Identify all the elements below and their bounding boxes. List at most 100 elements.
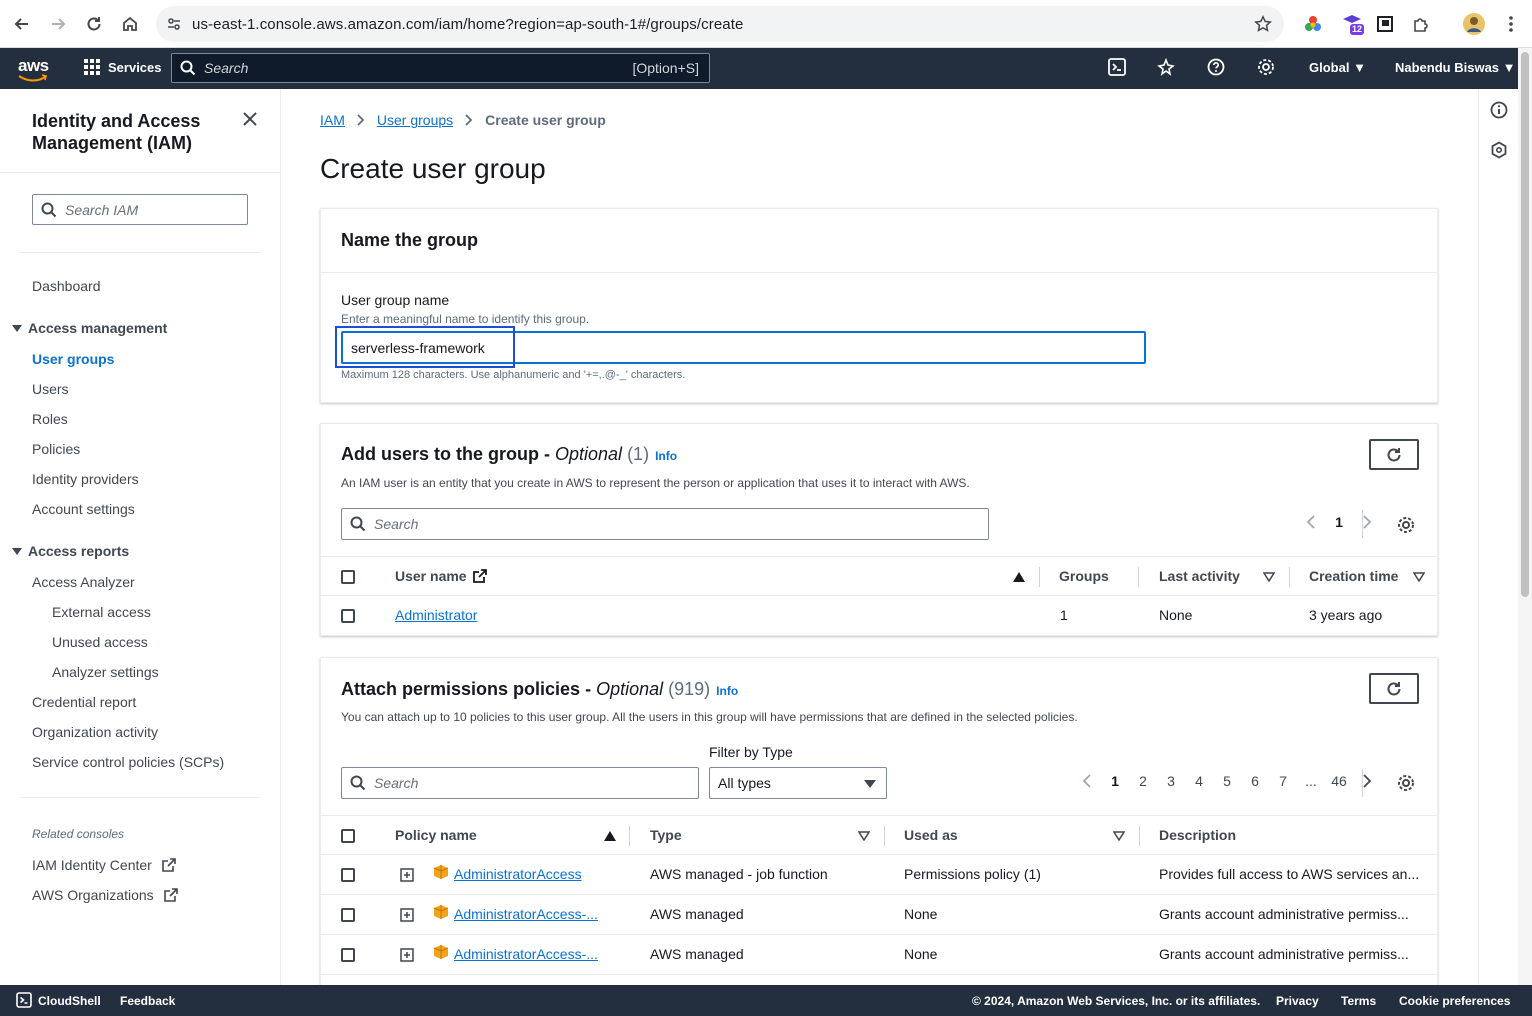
sidebar-item-roles[interactable]: Roles <box>32 411 68 427</box>
sort-icon[interactable] <box>1263 572 1275 582</box>
refresh-button[interactable] <box>1369 673 1419 704</box>
search-iam-input[interactable]: Search IAM <box>32 194 248 225</box>
close-icon[interactable] <box>242 111 258 127</box>
sidebar-item-user-groups[interactable]: User groups <box>32 351 114 367</box>
page-number[interactable]: 6 <box>1241 773 1269 789</box>
sidebar-item-dashboard[interactable]: Dashboard <box>32 278 101 294</box>
sidebar-item-identity-providers[interactable]: Identity providers <box>32 471 139 487</box>
sidebar-item-external-access[interactable]: External access <box>52 604 151 620</box>
policy-name-link[interactable]: AdministratorAccess <box>454 866 582 882</box>
bookmark-star-icon[interactable] <box>1254 15 1272 33</box>
feedback-link[interactable]: Feedback <box>120 994 175 1008</box>
sidebar-item-unused-access[interactable]: Unused access <box>52 634 148 650</box>
policy-name-link[interactable]: AdministratorAccess-... <box>454 906 598 922</box>
section-access-reports[interactable]: Access reports <box>12 543 129 559</box>
browser-menu-icon[interactable] <box>1497 10 1525 38</box>
table-row[interactable]: AdministratorAccess-... AWS managed None… <box>321 935 1437 975</box>
aws-logo[interactable]: aws <box>18 56 49 82</box>
reader-extension-icon[interactable] <box>1371 10 1399 38</box>
policy-name-link[interactable]: AdministratorAccess-... <box>454 946 598 962</box>
policies-search-input[interactable]: Search <box>341 767 699 799</box>
sidebar-item-analyzer-settings[interactable]: Analyzer settings <box>52 664 159 680</box>
table-row[interactable]: AdministratorAccess AWS managed - job fu… <box>321 855 1437 895</box>
row-checkbox[interactable] <box>341 908 355 922</box>
page-number[interactable]: 46 <box>1325 773 1353 789</box>
page-number[interactable]: 1 <box>1325 514 1353 530</box>
row-checkbox[interactable] <box>341 948 355 962</box>
services-menu[interactable]: Services <box>84 59 162 75</box>
cloudshell-icon[interactable] <box>1108 58 1128 78</box>
user-name-link[interactable]: Administrator <box>395 607 477 623</box>
page-number[interactable]: 1 <box>1101 773 1129 789</box>
sidebar-item-credential-report[interactable]: Credential report <box>32 694 136 710</box>
expand-plus-icon[interactable] <box>400 868 414 882</box>
breadcrumb-user-groups[interactable]: User groups <box>377 112 453 128</box>
extension-badge-icon[interactable]: 12 <box>1338 10 1366 38</box>
page-number[interactable]: 5 <box>1213 773 1241 789</box>
sort-ascending-icon[interactable] <box>604 831 616 841</box>
notifications-bell-icon[interactable] <box>1157 58 1177 78</box>
sort-icon[interactable] <box>1413 572 1425 582</box>
sidebar-item-account-settings[interactable]: Account settings <box>32 501 135 517</box>
column-groups[interactable]: Groups <box>1059 568 1109 584</box>
expand-plus-icon[interactable] <box>400 908 414 922</box>
sidebar-item-organization-activity[interactable]: Organization activity <box>32 724 158 740</box>
column-creation-time[interactable]: Creation time <box>1309 568 1398 584</box>
forward-icon[interactable] <box>40 6 76 42</box>
table-row[interactable]: AdministratorAccess-... AWS managed None… <box>321 895 1437 935</box>
settings-gear-icon[interactable] <box>1257 58 1277 78</box>
chevron-left-icon[interactable] <box>1297 514 1325 530</box>
preferences-gear-icon[interactable] <box>1397 516 1415 534</box>
site-settings-icon[interactable] <box>166 16 182 32</box>
sidebar-item-access-analyzer[interactable]: Access Analyzer <box>32 574 135 590</box>
sidebar-item-users[interactable]: Users <box>32 381 69 397</box>
column-user-name[interactable]: User name <box>395 568 487 584</box>
page-number[interactable]: 3 <box>1157 773 1185 789</box>
account-menu[interactable]: Nabendu Biswas ▼ <box>1395 60 1516 75</box>
column-description[interactable]: Description <box>1159 827 1236 843</box>
related-iam-identity-center[interactable]: IAM Identity Center <box>32 857 176 873</box>
profile-avatar[interactable] <box>1460 10 1488 38</box>
info-circle-icon[interactable] <box>1490 101 1508 119</box>
sort-ascending-icon[interactable] <box>1013 572 1025 582</box>
help-icon[interactable] <box>1207 58 1227 78</box>
chevron-right-icon[interactable] <box>1353 773 1381 789</box>
chevron-left-icon[interactable] <box>1073 773 1101 789</box>
sidebar-item-policies[interactable]: Policies <box>32 441 80 457</box>
page-number[interactable]: 2 <box>1129 773 1157 789</box>
hexagon-resources-icon[interactable] <box>1490 141 1508 159</box>
reload-icon[interactable] <box>76 6 112 42</box>
terms-link[interactable]: Terms <box>1341 994 1376 1008</box>
select-all-checkbox[interactable] <box>341 829 355 843</box>
info-link[interactable]: Info <box>716 684 738 698</box>
page-number[interactable]: 4 <box>1185 773 1213 789</box>
sort-icon[interactable] <box>858 831 870 841</box>
filter-type-select[interactable]: All types <box>709 767 887 799</box>
table-row[interactable]: Administrator 1 None 3 years ago <box>321 596 1437 636</box>
row-checkbox[interactable] <box>341 868 355 882</box>
chevron-right-icon[interactable] <box>1353 514 1381 530</box>
refresh-button[interactable] <box>1369 439 1419 470</box>
privacy-link[interactable]: Privacy <box>1276 994 1319 1008</box>
info-link[interactable]: Info <box>655 449 677 463</box>
cloudshell-link[interactable]: CloudShell <box>38 994 101 1008</box>
section-access-management[interactable]: Access management <box>12 320 167 336</box>
extensions-puzzle-icon[interactable] <box>1407 10 1435 38</box>
column-used-as[interactable]: Used as <box>904 827 958 843</box>
sort-icon[interactable] <box>1113 831 1125 841</box>
preferences-gear-icon[interactable] <box>1397 774 1415 792</box>
global-search-input[interactable]: Search [Option+S] <box>171 53 710 83</box>
column-policy-name[interactable]: Policy name <box>395 827 477 843</box>
page-scrollbar[interactable] <box>1518 48 1532 985</box>
users-search-input[interactable]: Search <box>341 508 989 540</box>
scrollbar-thumb[interactable] <box>1521 52 1529 597</box>
sidebar-item-scps[interactable]: Service control policies (SCPs) <box>32 754 224 770</box>
row-checkbox[interactable] <box>341 609 355 623</box>
expand-plus-icon[interactable] <box>400 948 414 962</box>
home-icon[interactable] <box>112 6 148 42</box>
select-all-checkbox[interactable] <box>341 570 355 584</box>
cookie-preferences-link[interactable]: Cookie preferences <box>1399 994 1510 1008</box>
address-bar[interactable]: us-east-1.console.aws.amazon.com/iam/hom… <box>156 6 1284 42</box>
related-aws-organizations[interactable]: AWS Organizations <box>32 887 178 903</box>
cloudshell-footer-icon[interactable] <box>16 992 32 1008</box>
